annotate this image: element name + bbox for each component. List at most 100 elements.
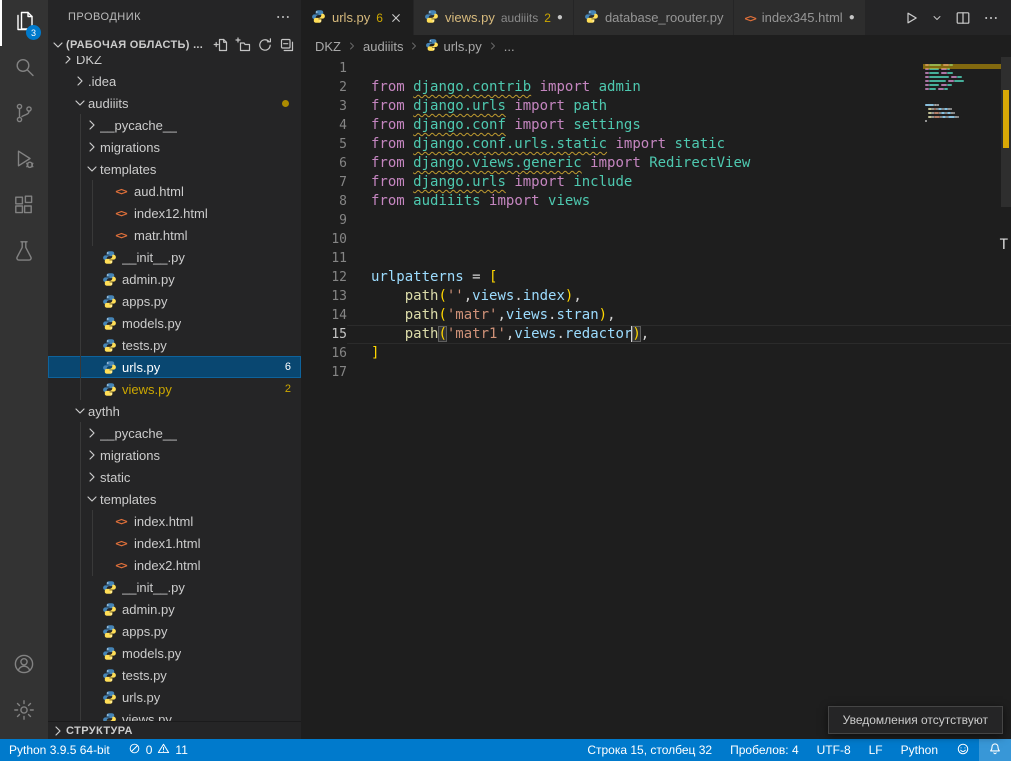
breadcrumb-item-DKZ[interactable]: DKZ bbox=[315, 39, 341, 54]
breadcrumb-item-audiiits[interactable]: audiiits bbox=[363, 39, 403, 54]
tree-item-apps.py[interactable]: apps.py bbox=[48, 290, 301, 312]
minimap[interactable] bbox=[925, 60, 997, 128]
breadcrumb-label: urls.py bbox=[443, 39, 481, 54]
tree-item-label: __init__.py bbox=[122, 250, 185, 265]
feedback-button[interactable] bbox=[947, 739, 979, 761]
status-item[interactable]: LF bbox=[860, 739, 892, 761]
activity-account[interactable] bbox=[0, 643, 48, 689]
tree-item-label: migrations bbox=[100, 140, 160, 155]
tab-urls.py[interactable]: urls.py6 bbox=[301, 0, 414, 35]
tree-item-templates[interactable]: templates bbox=[48, 488, 301, 510]
chevron-right-icon bbox=[84, 425, 100, 441]
tree-item-apps.py[interactable]: apps.py bbox=[48, 620, 301, 642]
indent-guide bbox=[80, 114, 81, 136]
tree-item-urls.py[interactable]: urls.py6 bbox=[48, 356, 301, 378]
status-item[interactable]: Строка 15, столбец 32 bbox=[578, 739, 721, 761]
activity-explorer[interactable]: 3 bbox=[0, 0, 48, 46]
collapse-all-icon[interactable] bbox=[279, 37, 295, 53]
editor-actions bbox=[891, 0, 1011, 35]
more-icon[interactable] bbox=[983, 10, 999, 26]
account-icon bbox=[12, 652, 36, 681]
stray-t-glyph: T bbox=[1000, 237, 1008, 253]
tree-item-admin.py[interactable]: admin.py bbox=[48, 268, 301, 290]
tree-item-label: migrations bbox=[100, 448, 160, 463]
code-line-17: 17 bbox=[301, 363, 1011, 382]
tree-item-admin.py[interactable]: admin.py bbox=[48, 598, 301, 620]
problems-status[interactable]: 011 bbox=[119, 739, 197, 761]
activity-search[interactable] bbox=[0, 46, 48, 92]
code-editor[interactable]: 12from django.contrib import admin3from … bbox=[301, 57, 1011, 739]
tree-item-index1.html[interactable]: <>index1.html bbox=[48, 532, 301, 554]
tab-database_roouter.py[interactable]: database_roouter.py bbox=[574, 0, 735, 35]
status-label: LF bbox=[869, 743, 883, 757]
activity-testing[interactable] bbox=[0, 230, 48, 276]
line-content bbox=[347, 363, 1011, 382]
line-content bbox=[347, 211, 1011, 230]
tree-item-views.py[interactable]: views.py2 bbox=[48, 378, 301, 400]
tree-item-urls.py[interactable]: urls.py bbox=[48, 686, 301, 708]
tree-item-tests.py[interactable]: tests.py bbox=[48, 334, 301, 356]
tab-index345.html[interactable]: <>index345.html● bbox=[734, 0, 865, 35]
editor-scrollbar[interactable] bbox=[1001, 57, 1011, 739]
tree-item-index.html[interactable]: <>index.html bbox=[48, 510, 301, 532]
tree-item-index12.html[interactable]: <>index12.html bbox=[48, 202, 301, 224]
chevron-down-icon[interactable] bbox=[931, 12, 943, 24]
tree-item-aud.html[interactable]: <>aud.html bbox=[48, 180, 301, 202]
indent-guide bbox=[92, 202, 93, 224]
minimap-line bbox=[925, 84, 997, 86]
python-file-icon bbox=[100, 272, 118, 287]
close-icon[interactable] bbox=[389, 11, 403, 25]
tree-item-__pycache__[interactable]: __pycache__ bbox=[48, 114, 301, 136]
tree-item-matr.html[interactable]: <>matr.html bbox=[48, 224, 301, 246]
activity-settings[interactable] bbox=[0, 689, 48, 735]
tree-item-migrations[interactable]: migrations bbox=[48, 444, 301, 466]
indent-guide bbox=[80, 598, 81, 620]
activity-source-control[interactable] bbox=[0, 92, 48, 138]
tree-item-DKZ[interactable]: DKZ bbox=[48, 56, 301, 70]
tree-item-views.py[interactable]: views.py bbox=[48, 708, 301, 721]
breadcrumb-item-urls.py[interactable]: urls.py bbox=[425, 38, 481, 55]
python-file-icon bbox=[100, 602, 118, 617]
tree-item-models.py[interactable]: models.py bbox=[48, 642, 301, 664]
bell-button[interactable] bbox=[979, 739, 1011, 761]
status-item[interactable]: UTF-8 bbox=[808, 739, 860, 761]
tree-item-label: __init__.py bbox=[122, 580, 185, 595]
minimap-line bbox=[925, 76, 997, 78]
code-line-16: 16] bbox=[301, 344, 1011, 363]
tree-item-__init__.py[interactable]: __init__.py bbox=[48, 576, 301, 598]
tree-item-migrations[interactable]: migrations bbox=[48, 136, 301, 158]
chevron-right-icon bbox=[84, 447, 100, 463]
workspace-section-header[interactable]: (РАБОЧАЯ ОБЛАСТЬ) ... bbox=[48, 34, 301, 56]
activity-extensions[interactable] bbox=[0, 184, 48, 230]
refresh-icon[interactable] bbox=[257, 37, 273, 53]
tree-item-static[interactable]: static bbox=[48, 466, 301, 488]
split-editor-icon[interactable] bbox=[955, 10, 971, 26]
tree-item-index2.html[interactable]: <>index2.html bbox=[48, 554, 301, 576]
tree-item-audiiits[interactable]: audiiits bbox=[48, 92, 301, 114]
tree-item-.idea[interactable]: .idea bbox=[48, 70, 301, 92]
new-folder-icon[interactable] bbox=[235, 37, 251, 53]
tree-item-label: tests.py bbox=[122, 338, 167, 353]
notification-toast[interactable]: Уведомления отсутствуют bbox=[828, 706, 1003, 734]
line-content: from django.urls import path bbox=[347, 97, 1011, 116]
search-icon bbox=[12, 55, 36, 84]
status-item[interactable]: Пробелов: 4 bbox=[721, 739, 808, 761]
python-interpreter-status[interactable]: Python 3.9.5 64-bit bbox=[0, 739, 119, 761]
breadcrumb-item-...[interactable]: ... bbox=[504, 39, 515, 54]
tree-item-templates[interactable]: templates bbox=[48, 158, 301, 180]
indent-guide bbox=[80, 290, 81, 312]
activity-run-debug[interactable] bbox=[0, 138, 48, 184]
run-icon[interactable] bbox=[903, 10, 919, 26]
views-and-more-actions-button[interactable] bbox=[275, 9, 291, 25]
tree-item-tests.py[interactable]: tests.py bbox=[48, 664, 301, 686]
tree-item-__init__.py[interactable]: __init__.py bbox=[48, 246, 301, 268]
new-file-icon[interactable] bbox=[213, 37, 229, 53]
tree-item-__pycache__[interactable]: __pycache__ bbox=[48, 422, 301, 444]
tree-item-models.py[interactable]: models.py bbox=[48, 312, 301, 334]
tree-item-aythh[interactable]: aythh bbox=[48, 400, 301, 422]
tab-views.py[interactable]: views.pyaudiiits2● bbox=[414, 0, 574, 35]
status-item[interactable]: Python bbox=[892, 739, 947, 761]
minimap-line bbox=[925, 112, 997, 114]
outline-section-header[interactable]: СТРУКТУРА bbox=[48, 721, 301, 739]
modified-dot bbox=[282, 100, 289, 107]
